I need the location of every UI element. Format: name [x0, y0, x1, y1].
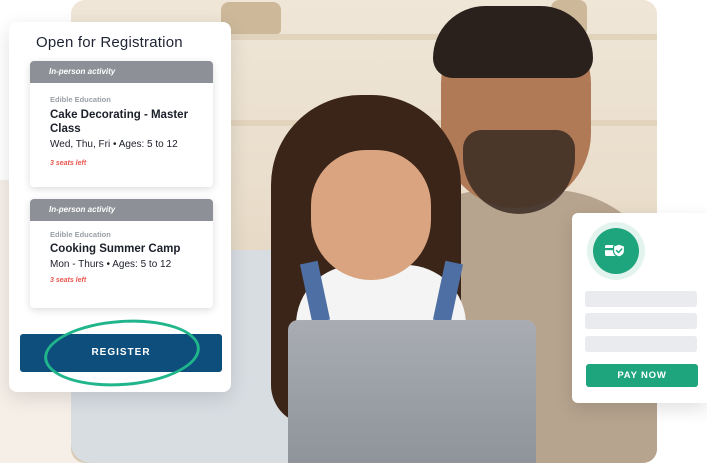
girl-face: [311, 150, 431, 280]
laptop: [288, 320, 536, 463]
pay-now-button[interactable]: PAY NOW: [586, 364, 698, 387]
man-hair: [433, 6, 593, 78]
secure-card-icon: [593, 228, 639, 274]
activity-name: Cake Decorating - Master Class: [50, 109, 189, 135]
activity-schedule: Wed, Thu, Fri • Ages: 5 to 12: [50, 139, 178, 150]
registration-title: Open for Registration: [36, 34, 183, 51]
payment-field-placeholder[interactable]: [585, 336, 697, 352]
payment-field-placeholder[interactable]: [585, 291, 697, 307]
activity-name: Cooking Summer Camp: [50, 243, 181, 255]
activity-card-cooking-camp[interactable]: In-person activity Edible Education Cook…: [30, 199, 213, 308]
registration-card: Open for Registration In-person activity…: [9, 22, 231, 392]
activity-schedule: Mon - Thurs • Ages: 5 to 12: [50, 259, 172, 270]
activity-card-cake-decorating[interactable]: In-person activity Edible Education Cake…: [30, 61, 213, 187]
seats-left-label: 3 seats left: [50, 160, 87, 167]
payment-field-placeholder[interactable]: [585, 313, 697, 329]
payment-icon-ring: [587, 222, 645, 280]
activity-type-label: In-person activity: [30, 61, 213, 83]
seats-left-label: 3 seats left: [50, 277, 87, 284]
activity-provider: Edible Education: [50, 230, 111, 239]
payment-card: PAY NOW: [572, 213, 707, 403]
activity-type-label: In-person activity: [30, 199, 213, 221]
activity-provider: Edible Education: [50, 95, 111, 104]
register-button[interactable]: REGISTER: [20, 334, 222, 372]
